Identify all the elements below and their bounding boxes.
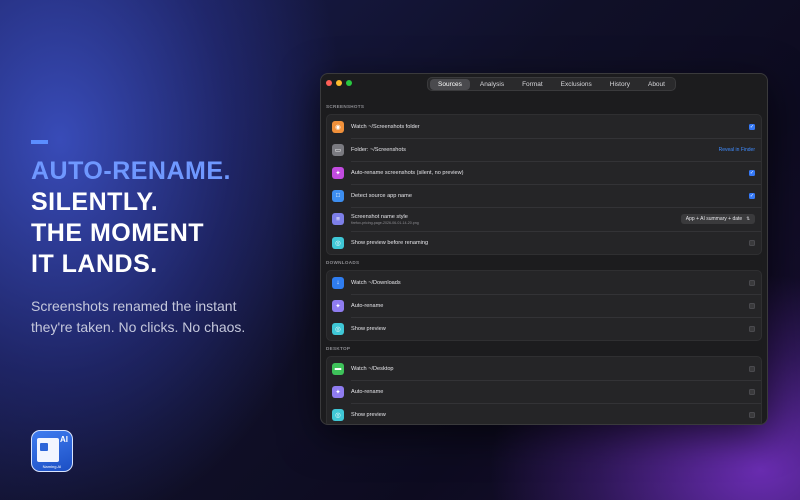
eye-icon: ◎ bbox=[332, 408, 344, 421]
row-label-wrap: Auto-rename screenshots (silent, no prev… bbox=[351, 170, 749, 176]
row-label: Show preview before renaming bbox=[351, 239, 429, 246]
row-label: Watch ~/Screenshots folder bbox=[351, 123, 420, 130]
tab-about[interactable]: About bbox=[640, 79, 673, 90]
headline-line-2: SILENTLY. bbox=[31, 188, 159, 216]
name-style-select[interactable]: App + AI summary + date ⇅ bbox=[680, 214, 755, 224]
checkbox[interactable]: ✓ bbox=[749, 192, 755, 199]
row-label: Auto-rename bbox=[351, 302, 384, 309]
select-value: App + AI summary + date bbox=[685, 216, 743, 222]
row-label-wrap: Show preview bbox=[351, 326, 749, 332]
app-icon: AI Naming.AI bbox=[31, 430, 73, 472]
row-label-wrap: Folder: ~/Screenshots bbox=[351, 147, 719, 153]
tab-history[interactable]: History bbox=[602, 79, 638, 90]
settings-content: SCREENSHOTS ◉ Watch ~/Screenshots folder ✓ ▭… bbox=[321, 92, 767, 424]
row-label-wrap: Show preview before renaming bbox=[351, 240, 749, 246]
row-label: Folder: ~/Screenshots bbox=[351, 146, 406, 153]
zoom-window-button[interactable] bbox=[346, 80, 352, 86]
hero: AUTO-RENAME. SILENTLY. THE MOMENT IT LAN… bbox=[31, 140, 301, 338]
section-label-desktop: DESKTOP bbox=[326, 346, 351, 351]
close-window-button[interactable] bbox=[326, 80, 332, 86]
settings-row[interactable]: ≡ Screenshot name style firefox-pricing-pa… bbox=[327, 207, 761, 231]
window-controls bbox=[326, 80, 352, 86]
desktop-icon: ▬ bbox=[332, 362, 344, 375]
tab-sources[interactable]: Sources bbox=[430, 78, 470, 90]
sparkle-icon: ✦ bbox=[332, 385, 344, 398]
tab-analysis[interactable]: Analysis bbox=[472, 79, 512, 90]
document-icon bbox=[37, 438, 59, 462]
checkbox[interactable] bbox=[749, 239, 755, 246]
row-label-wrap: Auto-rename bbox=[351, 389, 749, 395]
camera-icon: ◉ bbox=[332, 120, 344, 133]
settings-row[interactable]: ◎ Show preview before renaming bbox=[327, 231, 761, 254]
subtext-line-1: Screenshots renamed the instant bbox=[31, 298, 237, 314]
row-label-wrap: Detect source app name bbox=[351, 193, 749, 199]
checkbox[interactable] bbox=[749, 365, 755, 372]
section-label-screenshots: SCREENSHOTS bbox=[326, 104, 365, 109]
settings-row[interactable]: ◎ Show preview bbox=[327, 317, 761, 340]
row-label-wrap: Show preview bbox=[351, 412, 749, 418]
row-label: Watch ~/Downloads bbox=[351, 279, 401, 286]
settings-window: Sources Analysis Format Exclusions History Ab… bbox=[320, 73, 768, 425]
sparkle-icon: ✦ bbox=[332, 299, 344, 312]
checkbox[interactable] bbox=[749, 388, 755, 395]
subtext: Screenshots renamed the instant they're … bbox=[31, 296, 301, 338]
row-label-wrap: Watch ~/Desktop bbox=[351, 366, 749, 372]
subtext-line-2: they're taken. No clicks. No chaos. bbox=[31, 319, 246, 335]
headline: AUTO-RENAME. SILENTLY. THE MOMENT IT LAN… bbox=[31, 156, 301, 280]
eye-icon: ◎ bbox=[332, 236, 344, 249]
reveal-in-finder-link[interactable]: Reveal in Finder bbox=[719, 147, 755, 153]
settings-row[interactable]: ▭ Folder: ~/Screenshots Reveal in Finder bbox=[327, 138, 761, 161]
checkbox[interactable] bbox=[749, 325, 755, 332]
settings-group-downloads: ↓ Watch ~/Downloads ✦ Auto-rename ◎ Show prev… bbox=[326, 270, 762, 341]
row-label-wrap: Screenshot name style firefox-pricing-pag… bbox=[351, 214, 681, 225]
section-label-downloads: DOWNLOADS bbox=[326, 260, 360, 265]
app-icon-caption: Naming.AI bbox=[42, 464, 62, 469]
ai-badge: AI bbox=[60, 435, 68, 444]
settings-row[interactable]: ▬ Watch ~/Desktop bbox=[327, 357, 761, 380]
settings-group-desktop: ▬ Watch ~/Desktop ✦ Auto-rename ◎ Show previe… bbox=[326, 356, 762, 424]
row-label-wrap: Watch ~/Downloads bbox=[351, 280, 749, 286]
row-label-wrap: Watch ~/Screenshots folder bbox=[351, 124, 749, 130]
row-label-wrap: Auto-rename bbox=[351, 303, 749, 309]
folder-icon: ▭ bbox=[332, 143, 344, 156]
tab-format[interactable]: Format bbox=[514, 79, 551, 90]
headline-line-4: IT LANDS. bbox=[31, 250, 158, 278]
row-sublabel: firefox-pricing-page-2026-06-01-14-20.pn… bbox=[351, 220, 419, 225]
settings-row[interactable]: ◎ Show preview bbox=[327, 403, 761, 424]
checkbox[interactable]: ✓ bbox=[749, 123, 755, 130]
row-label: Detect source app name bbox=[351, 192, 412, 199]
tab-exclusions[interactable]: Exclusions bbox=[553, 79, 600, 90]
settings-row[interactable]: ✦ Auto-rename bbox=[327, 380, 761, 403]
row-label: Watch ~/Desktop bbox=[351, 365, 394, 372]
settings-row[interactable]: ✦ Auto-rename screenshots (silent, no pre… bbox=[327, 161, 761, 184]
checkbox[interactable]: ✓ bbox=[749, 169, 755, 176]
headline-line-1: AUTO-RENAME. bbox=[31, 157, 231, 185]
window-icon: □ bbox=[332, 189, 344, 202]
chevron-up-down-icon: ⇅ bbox=[746, 216, 750, 221]
row-label: Screenshot name style bbox=[351, 213, 408, 220]
list-icon: ≡ bbox=[332, 213, 344, 225]
row-label: Auto-rename screenshots (silent, no prev… bbox=[351, 169, 464, 176]
checkbox[interactable] bbox=[749, 302, 755, 309]
accent-bar bbox=[31, 140, 48, 144]
row-label: Auto-rename bbox=[351, 388, 384, 395]
row-label: Show preview bbox=[351, 411, 386, 418]
settings-row[interactable]: ✦ Auto-rename bbox=[327, 294, 761, 317]
tab-bar: Sources Analysis Format Exclusions History Ab… bbox=[427, 77, 676, 91]
minimize-window-button[interactable] bbox=[336, 80, 342, 86]
eye-icon: ◎ bbox=[332, 322, 344, 335]
row-label: Show preview bbox=[351, 325, 386, 332]
download-icon: ↓ bbox=[332, 276, 344, 289]
sparkle-icon: ✦ bbox=[332, 166, 344, 179]
checkbox[interactable] bbox=[749, 411, 755, 418]
checkbox[interactable] bbox=[749, 279, 755, 286]
settings-group-screenshots: ◉ Watch ~/Screenshots folder ✓ ▭ Folder: ~/S… bbox=[326, 114, 762, 255]
settings-row[interactable]: ◉ Watch ~/Screenshots folder ✓ bbox=[327, 115, 761, 138]
settings-row[interactable]: ↓ Watch ~/Downloads bbox=[327, 271, 761, 294]
titlebar: Sources Analysis Format Exclusions History Ab… bbox=[321, 74, 767, 92]
settings-row[interactable]: □ Detect source app name ✓ bbox=[327, 184, 761, 207]
headline-line-3: THE MOMENT bbox=[31, 219, 205, 247]
